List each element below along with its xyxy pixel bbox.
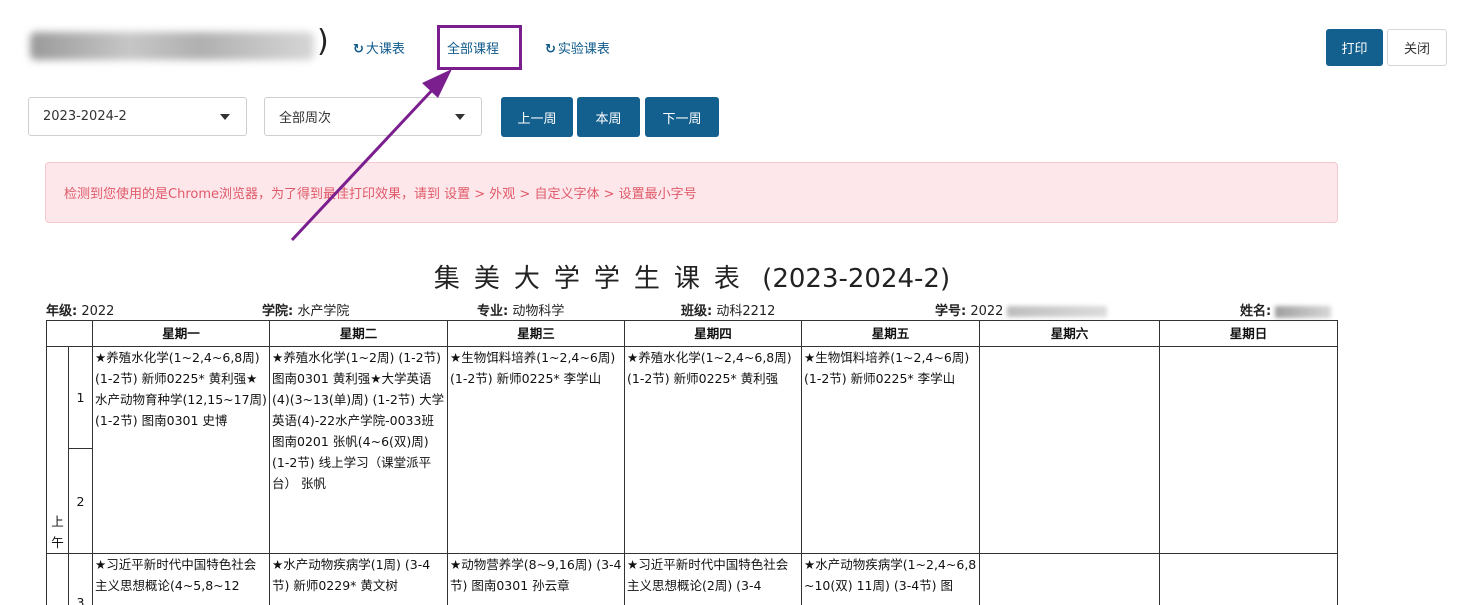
day-header: 星期六 [979,320,1160,347]
course-cell[interactable]: ★生物饵料培养(1~2,4~6周) (1-2节) 新师0225* 李学山 [447,346,625,554]
day-header: 星期三 [447,320,625,347]
day-header: 星期一 [92,320,270,347]
course-cell[interactable]: ★水产动物疾病学(1~2,4~6,8~10(双) 11周) (3-4节) 图 [801,553,980,605]
student-name-blurred [30,32,314,60]
course-cell [1159,553,1338,605]
tab-lab-schedule[interactable]: ↻ 实验课表 [545,38,610,57]
period-number: 1 [68,346,93,449]
grade-info: 年级: 2022 [46,304,115,319]
major-info: 专业: 动物科学 [477,304,565,319]
course-cell[interactable]: ★动物营养学(8~9,16周) (3-4节) 图南0301 孙云章 [447,553,625,605]
day-header: 星期五 [801,320,980,347]
tab-big-schedule[interactable]: ↻ 大课表 [353,38,405,57]
close-button[interactable]: 关闭 [1387,29,1447,66]
table-row: 3 ★习近平新时代中国特色社会主义思想概论(4~5,8~12 ★水产动物疾病学(… [46,553,1338,605]
student-id-info: 学号: 2022 [935,300,1108,319]
table-row: 上午 1 ★养殖水化学(1~2,4~6,8周) (1-2节) 新师0225* 黄… [46,346,1338,554]
half-day-spacer [46,553,69,605]
student-name-suffix: ) [317,24,329,59]
course-cell[interactable]: ★生物饵料培养(1~2,4~6周) (1-2节) 新师0225* 李学山 [801,346,980,554]
course-cell[interactable]: ★水产动物疾病学(1周) (3-4节) 新师0229* 黄文树 [269,553,448,605]
period-number: 2 [68,448,93,554]
schedule-table: 星期一 星期二 星期三 星期四 星期五 星期六 星期日 上午 1 ★养殖水化学(… [46,320,1338,605]
week-select[interactable]: 全部周次 [264,97,482,136]
class-info: 班级: 动科2212 [681,304,776,319]
print-button[interactable]: 打印 [1326,29,1383,66]
course-cell [1159,346,1338,554]
course-cell[interactable]: ★习近平新时代中国特色社会主义思想概论(2周) (3-4 [624,553,802,605]
corner-cell [46,320,93,347]
chevron-down-icon [455,114,465,120]
student-name-info: 姓名: [1240,300,1332,319]
period-number: 3 [68,553,93,605]
course-cell[interactable]: ★养殖水化学(1~2,4~6,8周) (1-2节) 新师0225* 黄利强★水产… [92,346,270,554]
day-header: 星期日 [1159,320,1338,347]
course-cell[interactable]: ★习近平新时代中国特色社会主义思想概论(4~5,8~12 [92,553,270,605]
term-select[interactable]: 2023-2024-2 [28,97,247,136]
prev-week-button[interactable]: 上一周 [501,97,573,137]
chevron-down-icon [220,114,230,120]
course-cell [979,553,1160,605]
schedule-title: 集美大学学生课表 (2023-2024-2) [433,264,951,294]
refresh-icon: ↻ [353,42,364,57]
course-cell[interactable]: ★养殖水化学(1~2周) (1-2节) 图南0301 黄利强★大学英语(4)(3… [269,346,448,554]
course-cell [979,346,1160,554]
day-header: 星期二 [269,320,448,347]
course-cell[interactable]: ★养殖水化学(1~2,4~6,8周) (1-2节) 新师0225* 黄利强 [624,346,802,554]
next-week-button[interactable]: 下一周 [645,97,719,137]
refresh-icon: ↻ [545,42,556,57]
browser-alert: 检测到您使用的是Chrome浏览器，为了得到最佳打印效果，请到 设置 > 外观 … [45,162,1338,223]
highlight-box [437,25,522,70]
this-week-button[interactable]: 本周 [577,97,640,137]
half-day-label: 上午 [46,346,69,554]
table-header-row: 星期一 星期二 星期三 星期四 星期五 星期六 星期日 [46,320,1338,347]
day-header: 星期四 [624,320,802,347]
college-info: 学院: 水产学院 [262,304,350,319]
